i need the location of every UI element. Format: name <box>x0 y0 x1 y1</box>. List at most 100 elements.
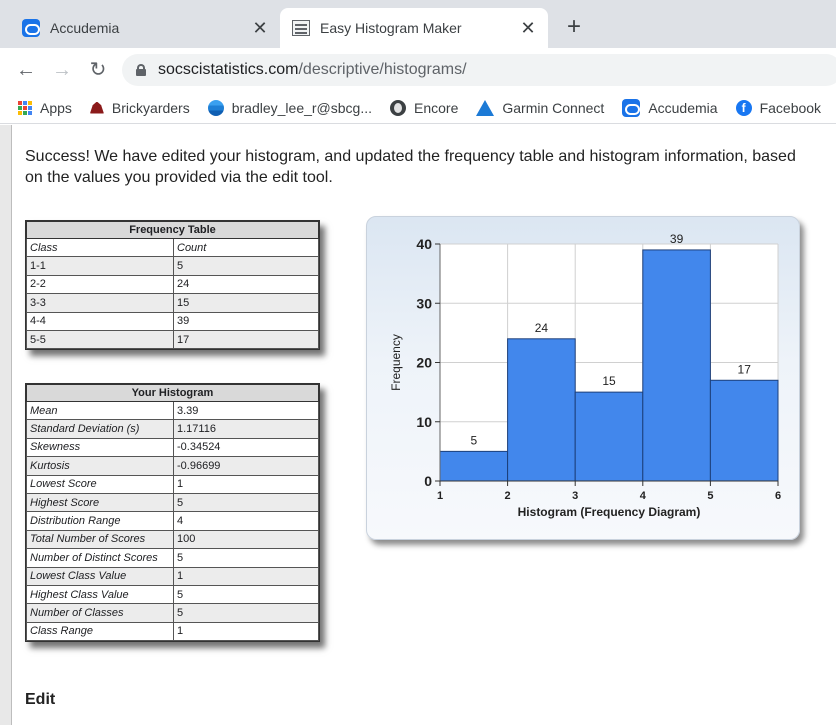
x-tick-label: 3 <box>572 490 578 502</box>
x-axis-label: Histogram (Frequency Diagram) <box>518 505 701 519</box>
forward-arrow-icon[interactable]: → <box>50 58 74 82</box>
browser-toolbar: ← → ↻ socscistatistics.com/descriptive/h… <box>0 48 836 92</box>
count-cell: 15 <box>173 293 319 313</box>
url-domain: socscistatistics.com <box>158 61 299 78</box>
y-tick-label: 20 <box>416 355 432 371</box>
stat-value: 5 <box>173 584 319 605</box>
lock-icon <box>136 64 146 76</box>
close-icon[interactable]: ✕ <box>518 18 538 38</box>
x-tick-label: 4 <box>640 490 647 502</box>
table-row: Total Number of Scores 100 <box>26 529 319 550</box>
stat-label: Kurtosis <box>26 456 174 476</box>
stat-label: Class Range <box>26 621 174 642</box>
apps-grid-icon <box>18 100 32 115</box>
histogram-stats-title: Your Histogram <box>26 384 319 402</box>
bookmark-label: Encore <box>414 99 459 116</box>
table-row: Number of Distinct Scores 5 <box>26 548 319 568</box>
stat-label: Highest Score <box>26 492 174 513</box>
tab-title: Easy Histogram Maker <box>320 20 462 36</box>
histogram-chart: 5 24 15 39 17 0 10 20 30 40 1 2 3 4 5 6 Histogram (Frequ… <box>389 232 781 519</box>
stat-value: -0.34524 <box>173 437 319 458</box>
class-cell: 2-2 <box>26 274 174 295</box>
x-tick-label: 5 <box>707 490 713 502</box>
bookmark-mail[interactable]: bradley_lee_r@sbcg... <box>207 99 372 116</box>
y-tick-label: 10 <box>416 414 432 430</box>
bar-data-label: 15 <box>602 374 616 388</box>
table-row: Highest Score 5 <box>26 492 319 513</box>
back-arrow-icon[interactable]: ← <box>14 58 38 82</box>
bar-data-label: 24 <box>535 321 549 335</box>
stat-value: -0.96699 <box>173 456 319 476</box>
table-row: Class Range 1 <box>26 621 319 642</box>
cloud-icon <box>622 98 641 117</box>
bookmarks-bar: Apps Brickyarders bradley_lee_r@sbcg... … <box>0 92 836 124</box>
count-cell: 17 <box>173 329 319 350</box>
bar-data-label: 17 <box>738 362 752 376</box>
table-row: 3-3 15 <box>26 293 319 313</box>
table-row: Standard Deviation (s) 1.17116 <box>26 419 319 439</box>
cloud-icon <box>22 19 40 37</box>
bookmark-label: Garmin Connect <box>502 99 605 116</box>
table-row: Highest Class Value 5 <box>26 584 319 605</box>
x-tick-label: 2 <box>505 490 511 502</box>
stat-value: 4 <box>173 511 319 531</box>
table-row: 1-1 5 <box>26 256 319 276</box>
y-axis-label: Frequency <box>389 334 403 391</box>
bookmark-accudemia[interactable]: Accudemia <box>622 98 718 117</box>
bookmark-apps[interactable]: Apps <box>18 100 72 116</box>
class-cell: 1-1 <box>26 256 174 276</box>
garmin-triangle-icon <box>476 99 495 116</box>
address-bar[interactable]: socscistatistics.com/descriptive/histogr… <box>122 54 836 86</box>
table-row: 5-5 17 <box>26 329 319 350</box>
frequency-table-title: Frequency Table <box>26 221 319 239</box>
class-cell: 5-5 <box>26 329 174 350</box>
bookmark-garmin-connect[interactable]: Garmin Connect <box>476 99 605 116</box>
table-row: Mean 3.39 <box>26 400 319 421</box>
globe-icon <box>390 99 407 116</box>
stat-label: Mean <box>26 400 174 421</box>
bookmark-brickyarders[interactable]: Brickyarders <box>89 100 190 116</box>
bookmark-label: Facebook <box>759 99 822 116</box>
reload-icon[interactable]: ↻ <box>86 58 110 82</box>
stat-label: Distribution Range <box>26 511 174 531</box>
column-header-count: Count <box>173 237 319 258</box>
new-tab-plus-icon[interactable]: + <box>562 15 586 39</box>
page-left-border <box>0 125 12 725</box>
stat-label: Highest Class Value <box>26 584 174 605</box>
tab-strip: Accudemia ✕ Easy Histogram Maker ✕ + <box>0 0 836 48</box>
table-row: Class Count <box>26 237 319 258</box>
bookmark-encore[interactable]: Encore <box>390 99 459 116</box>
table-row: 2-2 24 <box>26 274 319 295</box>
tab-title: Accudemia <box>50 20 120 36</box>
table-row: Distribution Range 4 <box>26 511 319 531</box>
stat-label: Number of Distinct Scores <box>26 548 174 568</box>
stat-value: 100 <box>173 529 319 550</box>
stat-value: 5 <box>173 548 319 568</box>
stat-value: 1.17116 <box>173 419 319 439</box>
stat-value: 1 <box>173 621 319 642</box>
stat-label: Standard Deviation (s) <box>26 419 174 439</box>
histogram-bar <box>574 391 644 482</box>
bookmark-label: Accudemia <box>648 99 718 116</box>
close-icon[interactable]: ✕ <box>250 18 270 38</box>
histogram-bar <box>439 450 509 482</box>
histogram-doc-icon <box>292 20 310 36</box>
table-row: Lowest Score 1 <box>26 474 319 494</box>
class-cell: 3-3 <box>26 293 174 313</box>
stat-label: Lowest Score <box>26 474 174 494</box>
histogram-bar <box>642 249 711 482</box>
stat-value: 1 <box>173 474 319 494</box>
y-tick-label: 0 <box>424 473 432 489</box>
edit-heading: Edit <box>25 691 56 708</box>
facebook-icon: f <box>735 99 752 116</box>
table-row: Kurtosis -0.96699 <box>26 456 319 476</box>
stat-value: 5 <box>173 603 319 623</box>
tab-accudemia[interactable]: Accudemia ✕ <box>8 8 280 48</box>
class-cell: 4-4 <box>26 311 174 331</box>
url-path: /descriptive/histograms/ <box>298 61 467 78</box>
bookmark-facebook[interactable]: f Facebook <box>735 99 822 116</box>
histogram-stats-table: Your Histogram Mean 3.39 Standard Deviati… <box>25 383 320 643</box>
histogram-bar <box>709 379 779 482</box>
tab-easy-histogram-maker[interactable]: Easy Histogram Maker ✕ <box>280 8 548 48</box>
stat-value: 3.39 <box>173 400 319 421</box>
